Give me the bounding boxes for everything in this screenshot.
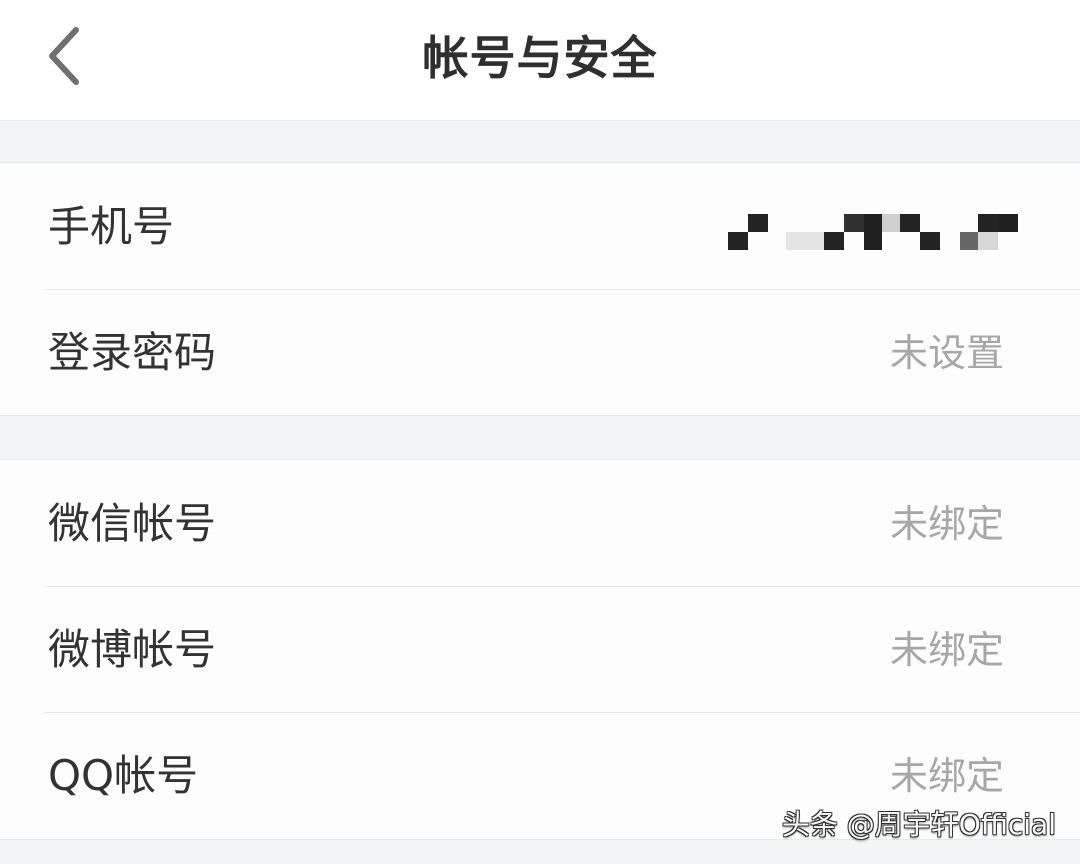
login-password-row[interactable]: 登录密码 未设置 bbox=[0, 289, 1080, 415]
top-navigation-bar: 帐号与安全 bbox=[0, 0, 1080, 121]
linked-accounts-section: 微信帐号 未绑定 微博帐号 未绑定 QQ帐号 未绑定 bbox=[0, 459, 1080, 840]
login-password-label: 登录密码 bbox=[48, 328, 217, 377]
qq-account-label: QQ帐号 bbox=[48, 751, 199, 800]
account-security-screen: 帐号与安全 手机号 登录密码 未设置 微信帐号 未绑定 微博帐号 未绑定 QQ帐… bbox=[0, 0, 1080, 864]
masked-phone-number bbox=[728, 210, 1020, 252]
weibo-account-row[interactable]: 微博帐号 未绑定 bbox=[0, 586, 1080, 712]
qq-account-status: 未绑定 bbox=[889, 754, 1004, 798]
login-password-status: 未设置 bbox=[889, 331, 1004, 375]
source-watermark: 头条 @周宇轩Official bbox=[781, 808, 1056, 841]
weibo-account-label: 微博帐号 bbox=[48, 625, 217, 674]
account-info-section: 手机号 登录密码 未设置 bbox=[0, 162, 1080, 416]
wechat-account-label: 微信帐号 bbox=[48, 499, 217, 548]
weibo-account-status: 未绑定 bbox=[889, 628, 1004, 672]
wechat-account-row[interactable]: 微信帐号 未绑定 bbox=[0, 460, 1080, 586]
page-title: 帐号与安全 bbox=[422, 31, 658, 85]
wechat-account-status: 未绑定 bbox=[889, 502, 1004, 546]
phone-number-label: 手机号 bbox=[48, 202, 175, 251]
